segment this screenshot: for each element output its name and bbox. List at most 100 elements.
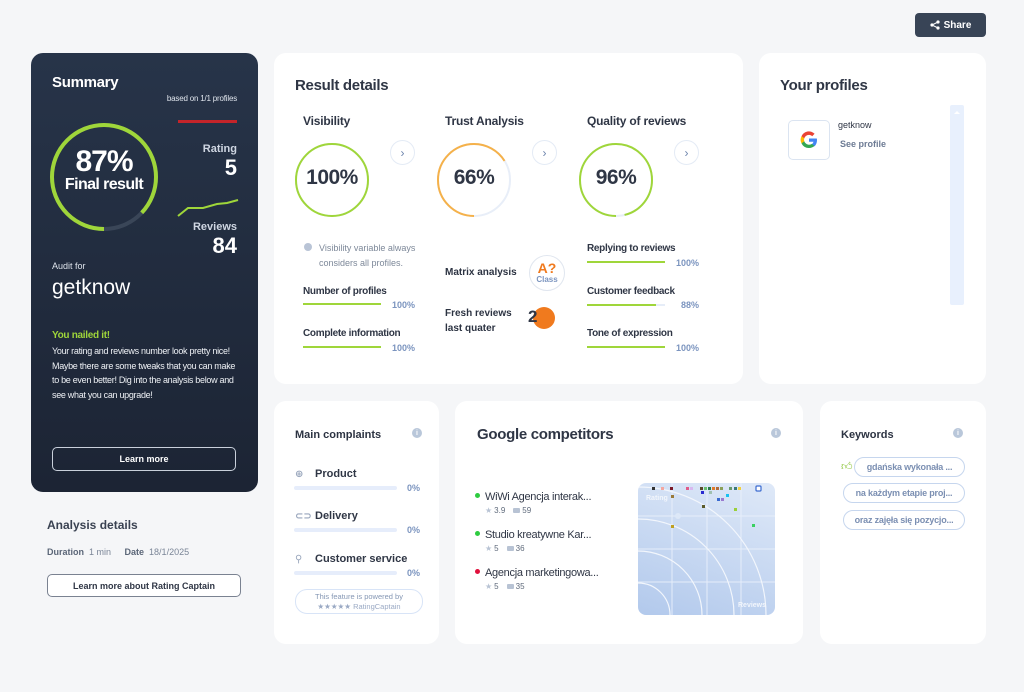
data-point <box>690 487 693 490</box>
rating-trend-line <box>178 120 237 123</box>
data-point <box>700 487 703 490</box>
date-value: 18/1/2025 <box>149 547 190 557</box>
reviews-sparkline <box>177 199 239 217</box>
data-point <box>670 487 673 490</box>
metric-value: 100% <box>676 343 700 353</box>
see-profile-link[interactable]: See profile <box>840 139 886 149</box>
complaint-value: 0% <box>407 525 421 535</box>
own-profile-point <box>755 485 762 492</box>
chevron-right-icon: › <box>400 145 405 160</box>
trust-details-button[interactable]: › <box>532 140 557 165</box>
scroll-up-icon <box>954 111 960 114</box>
keyword-chip[interactable]: oraz zajęła się pozycjo... <box>843 510 965 530</box>
visibility-value: 100% <box>306 166 358 189</box>
complaint-value: 0% <box>407 483 421 493</box>
metric-bar <box>303 303 381 305</box>
result-details-title: Result details <box>295 77 389 94</box>
data-point <box>704 487 707 490</box>
your-profiles-title: Your profiles <box>780 77 868 94</box>
metric-bar <box>587 346 665 348</box>
summary-title: Summary <box>52 74 119 91</box>
metric-label: Number of profiles <box>303 286 387 297</box>
info-icon[interactable]: i <box>953 428 963 438</box>
metric-label: Complete information <box>303 328 401 339</box>
google-icon <box>800 131 817 149</box>
complaint-bar <box>294 571 397 575</box>
powered-by-badge[interactable]: This feature is powered by ★★★★★ RatingC… <box>295 589 423 614</box>
keywords-card: Keywords i 👍︎ gdańska wykonała ... na ka… <box>820 401 986 644</box>
visibility-title: Visibility <box>303 114 351 128</box>
matrix-analysis-label: Matrix analysis <box>445 267 517 278</box>
chevron-right-icon: › <box>684 145 689 160</box>
reviews-value: 84 <box>212 233 237 258</box>
chevron-right-icon: › <box>542 145 547 160</box>
rating-value: 5 <box>224 155 237 180</box>
metric-label: Customer feedback <box>587 286 675 297</box>
info-icon[interactable]: i <box>771 428 781 438</box>
keyword-chip[interactable]: gdańska wykonała ... <box>854 457 965 477</box>
google-profile-logo[interactable] <box>788 120 830 160</box>
analysis-details-title: Analysis details <box>47 518 138 532</box>
complaint-bar <box>294 486 397 490</box>
learn-more-button[interactable]: Learn more <box>52 447 236 471</box>
audit-for-label: Audit for <box>52 261 86 271</box>
trust-value: 66% <box>453 166 495 189</box>
status-dot <box>475 569 480 574</box>
data-point <box>717 498 720 501</box>
profiles-scrollbar[interactable] <box>950 105 964 305</box>
info-icon[interactable]: i <box>412 428 422 438</box>
x-axis-label: Reviews <box>738 602 766 609</box>
data-point <box>709 491 712 494</box>
keyword-chip[interactable]: na każdym etapie proj... <box>843 483 965 503</box>
based-on-text: based on 1/1 profiles <box>166 94 237 103</box>
quality-details-button[interactable]: › <box>674 140 699 165</box>
truck-icon: ⊂⊃ <box>295 511 312 522</box>
metric-bar <box>303 346 381 348</box>
star-icon: ★ <box>485 544 493 553</box>
quality-value: 96% <box>595 166 637 189</box>
data-point <box>686 487 689 490</box>
metric-value: 100% <box>392 343 416 353</box>
competitor-item[interactable]: WiWi Agencja interak... ★ 3.9 59 <box>475 491 592 515</box>
visibility-note: Visibility variable always considers all… <box>304 241 434 270</box>
share-button[interactable]: Share <box>915 13 986 37</box>
learn-more-rating-captain-button[interactable]: Learn more about Rating Captain <box>47 574 241 597</box>
nailed-heading: You nailed it! <box>52 330 110 341</box>
matrix-class-badge: A? Class <box>529 255 565 291</box>
duration-label: Duration <box>47 547 84 557</box>
result-details-card: Result details Visibility 100% › Visibil… <box>274 53 743 384</box>
data-point <box>652 487 655 490</box>
person-icon: ⚲ <box>295 554 303 565</box>
data-point <box>726 494 729 497</box>
comment-icon <box>506 546 514 551</box>
matrix-grade: A? <box>537 260 557 276</box>
data-point <box>738 487 741 490</box>
data-point <box>702 505 705 508</box>
complaint-item: ⊂⊃ Delivery <box>295 510 358 522</box>
info-icon <box>304 243 312 251</box>
basket-icon: ⊕ <box>295 469 304 480</box>
competitor-item[interactable]: Agencja marketingowa... ★ 5 35 <box>475 567 599 591</box>
data-point <box>720 487 723 490</box>
competitor-item[interactable]: Studio kreatywne Kar... ★ 5 36 <box>475 529 592 553</box>
complaint-item: ⚲ Customer service <box>295 553 408 565</box>
data-point <box>734 487 737 490</box>
data-point <box>752 524 755 527</box>
rating-label: Rating <box>202 143 237 155</box>
data-point <box>712 487 715 490</box>
metric-value: 88% <box>681 300 700 310</box>
share-icon <box>929 20 940 30</box>
data-point <box>675 513 681 519</box>
data-point <box>661 487 664 490</box>
quality-title: Quality of reviews <box>587 114 687 128</box>
competitor-matrix-chart: Rating Reviews <box>638 483 775 615</box>
metric-label: Replying to reviews <box>587 243 676 254</box>
visibility-details-button[interactable]: › <box>390 140 415 165</box>
data-point <box>721 498 724 501</box>
analysis-meta: Duration 1 min Date 18/1/2025 <box>47 547 200 557</box>
metric-value: 100% <box>676 258 700 268</box>
star-icon: ★ <box>485 582 493 591</box>
final-result-label: Final result <box>64 176 144 193</box>
data-point <box>701 491 704 494</box>
data-point <box>729 487 732 490</box>
